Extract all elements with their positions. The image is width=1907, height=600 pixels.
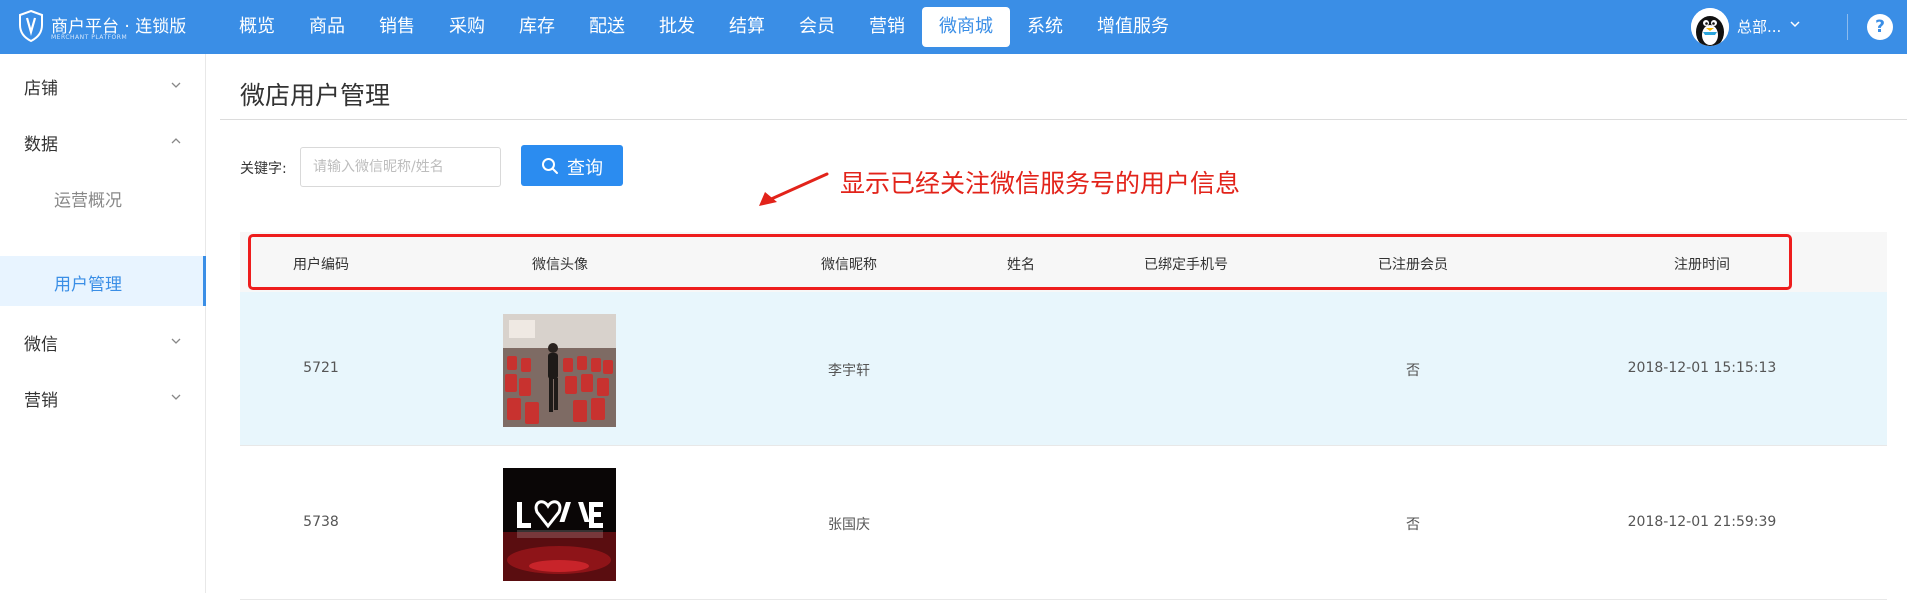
- nav-marketing[interactable]: 营销: [852, 0, 922, 54]
- sidebar: 店铺 数据 运营概况 用户管理 微信 营销: [0, 54, 206, 593]
- logo-subtitle: MERCHANT PLATFORM: [51, 34, 128, 41]
- search-button-label: 查询: [567, 158, 603, 179]
- annotation-highlight-box: [248, 234, 1792, 290]
- sidebar-item-label: 数据: [24, 135, 58, 155]
- table-row[interactable]: 5721 李宇轩 否 2018-12-01 15:15:13: [240, 292, 1887, 446]
- cell-user-id: 5721: [303, 360, 339, 376]
- user-name[interactable]: 总部...: [1737, 16, 1781, 37]
- avatar[interactable]: [1691, 8, 1729, 46]
- sidebar-item-marketing[interactable]: 营销: [0, 372, 206, 422]
- header-divider: [1847, 14, 1848, 40]
- cell-register-time: 2018-12-01 21:59:39: [1627, 514, 1777, 530]
- wechat-avatar-image: [503, 314, 616, 427]
- help-icon[interactable]: ?: [1867, 14, 1893, 40]
- photo-person-in-hall-icon: [503, 314, 616, 427]
- sidebar-item-label: 营销: [24, 391, 58, 411]
- shield-logo-icon: [19, 10, 43, 42]
- nav-purchasing[interactable]: 采购: [432, 0, 502, 54]
- cell-registered-member: 否: [1406, 363, 1420, 379]
- sidebar-item-label: 运营概况: [54, 191, 122, 211]
- sidebar-item-label: 用户管理: [54, 275, 122, 295]
- nav-micro-mall[interactable]: 微商城: [922, 7, 1010, 47]
- top-navbar: 商户平台 · 连锁版 MERCHANT PLATFORM 概览 商品 销售 采购…: [0, 0, 1907, 54]
- penguin-avatar-icon: [1691, 8, 1729, 46]
- nav-wholesale[interactable]: 批发: [642, 0, 712, 54]
- annotation-text: 显示已经关注微信服务号的用户信息: [840, 169, 1241, 198]
- nav-delivery[interactable]: 配送: [572, 0, 642, 54]
- nav-settlement[interactable]: 结算: [712, 0, 782, 54]
- cell-register-time: 2018-12-01 15:15:13: [1627, 360, 1777, 376]
- user-menu[interactable]: 总部... ?: [1677, 0, 1907, 54]
- sidebar-item-data[interactable]: 数据: [0, 116, 206, 166]
- sidebar-item-label: 微信: [24, 335, 58, 355]
- cell-wechat-nickname: 张国庆: [828, 517, 870, 533]
- nav-inventory[interactable]: 库存: [502, 0, 572, 54]
- sidebar-item-store[interactable]: 店铺: [0, 60, 206, 110]
- merchant-platform-logo[interactable]: 商户平台 · 连锁版 MERCHANT PLATFORM: [18, 8, 186, 46]
- nav-sales[interactable]: 销售: [362, 0, 432, 54]
- photo-love-sign-icon: [503, 468, 616, 581]
- chevron-down-icon: [171, 82, 181, 88]
- chevron-down-icon: [171, 338, 181, 344]
- chevron-down-icon: [171, 394, 181, 400]
- cell-user-id: 5738: [303, 514, 339, 530]
- sidebar-item-operations-overview[interactable]: 运营概况: [0, 172, 206, 222]
- sidebar-item-wechat[interactable]: 微信: [0, 316, 206, 366]
- cell-registered-member: 否: [1406, 517, 1420, 533]
- chevron-down-icon[interactable]: [1789, 17, 1801, 31]
- cell-wechat-nickname: 李宇轩: [828, 363, 870, 379]
- search-button[interactable]: 查询: [521, 145, 623, 186]
- search-icon: [542, 158, 558, 174]
- nav-members[interactable]: 会员: [782, 0, 852, 54]
- sidebar-item-label: 店铺: [24, 79, 58, 99]
- keyword-label: 关键字:: [240, 161, 287, 177]
- keyword-search-input[interactable]: [300, 147, 501, 187]
- table-header: 用户编码 微信头像 微信昵称 姓名 已绑定手机号 已注册会员 注册时间: [240, 232, 1887, 292]
- chevron-up-icon: [171, 138, 181, 144]
- nav-overview[interactable]: 概览: [222, 0, 292, 54]
- nav-system[interactable]: 系统: [1010, 0, 1080, 54]
- annotation-arrow-icon: [759, 172, 829, 206]
- title-divider: [220, 119, 1907, 120]
- table-row[interactable]: 5738 张国庆 否 2018-12-01 21:59:39: [240, 446, 1887, 600]
- nav-value-added[interactable]: 增值服务: [1080, 0, 1186, 54]
- wechat-avatar-image: [503, 468, 616, 581]
- page-title: 微店用户管理: [240, 81, 391, 110]
- sidebar-item-user-management[interactable]: 用户管理: [0, 256, 206, 306]
- nav-products[interactable]: 商品: [292, 0, 362, 54]
- main-nav: 概览 商品 销售 采购 库存 配送 批发 结算 会员 营销 微商城 系统 增值服…: [222, 0, 1186, 54]
